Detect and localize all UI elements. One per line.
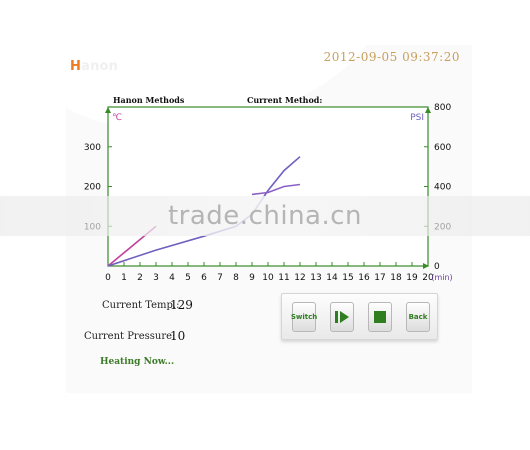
x-tick-label: 18	[390, 273, 402, 283]
x-tick-label: 15	[342, 273, 353, 283]
stop-icon	[374, 311, 386, 323]
x-tick-label: 6	[201, 273, 207, 283]
x-tick-label: 19	[406, 273, 418, 283]
watermark-text: trade.china.cn	[167, 201, 363, 231]
x-tick-label: 10	[262, 273, 274, 283]
x-tick-label: 0	[105, 273, 111, 283]
x-tick-label: 8	[233, 273, 239, 283]
x-tick-label: 13	[310, 273, 321, 283]
left-tick-label: 300	[84, 143, 101, 153]
x-tick-label: 5	[185, 273, 191, 283]
x-tick-label: 7	[217, 273, 223, 283]
x-tick-label: 17	[374, 273, 385, 283]
switch-button[interactable]: Switch	[291, 302, 317, 332]
right-tick-label: 400	[434, 183, 451, 193]
right-tick-label: 800	[434, 103, 451, 113]
plot-area	[107, 106, 429, 267]
right-axis-unit: PSI	[410, 113, 424, 123]
back-button[interactable]: Back	[406, 302, 430, 332]
left-tick-label: 200	[84, 183, 101, 193]
x-axis-unit: (min)	[431, 273, 452, 282]
stop-button[interactable]	[368, 302, 392, 332]
x-tick-label: 16	[358, 273, 370, 283]
play-pause-icon	[335, 311, 349, 323]
play-pause-button[interactable]	[330, 302, 354, 332]
watermark-band: trade.china.cn	[0, 196, 530, 236]
x-tick-label: 12	[294, 273, 305, 283]
status-text: Heating Now...	[100, 357, 175, 367]
right-tick-label: 600	[434, 143, 451, 153]
x-tick-label: 2	[137, 273, 143, 283]
right-tick-label: 0	[434, 262, 440, 272]
temp-label: Current Temp.:	[102, 300, 180, 311]
x-tick-label: 4	[169, 273, 175, 283]
pressure-label: Current Pressure:	[84, 331, 176, 342]
x-tick-label: 3	[153, 273, 159, 283]
temp-value: 129	[170, 298, 193, 312]
control-button-bar: Switch Back	[281, 293, 438, 340]
x-tick-label: 14	[326, 273, 338, 283]
pressure-value: 10	[170, 329, 186, 343]
x-tick-label: 11	[278, 273, 289, 283]
left-axis-unit: ℃	[112, 113, 122, 123]
x-tick-label: 9	[249, 273, 255, 283]
x-tick-label: 1	[121, 273, 127, 283]
